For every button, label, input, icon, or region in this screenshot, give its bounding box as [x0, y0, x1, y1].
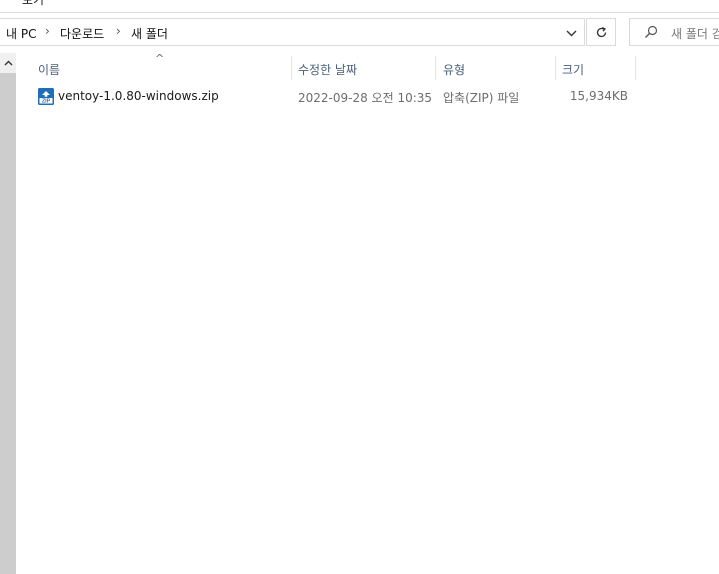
chevron-down-icon: [566, 30, 576, 36]
column-header-modified[interactable]: 수정한 날짜: [298, 58, 434, 80]
search-box[interactable]: 새 폴더 검색: [629, 18, 719, 46]
address-bar[interactable]: 내 PC › 다운로드 › 새 폴더: [0, 18, 585, 46]
column-header-type[interactable]: 유형: [443, 58, 553, 80]
search-input[interactable]: 새 폴더 검색: [671, 25, 719, 42]
breadcrumb-downloads[interactable]: 다운로드: [60, 25, 104, 42]
file-row[interactable]: ZIP ventoy-1.0.80-windows.zip 2022-09-28…: [34, 87, 634, 107]
ribbon-strip: 보기: [0, 0, 719, 13]
chevron-up-icon: [4, 60, 12, 66]
address-dropdown-button[interactable]: [558, 20, 584, 46]
scrollbar[interactable]: [0, 53, 16, 574]
file-name[interactable]: ventoy-1.0.80-windows.zip: [58, 89, 219, 103]
column-divider[interactable]: [435, 56, 436, 80]
scroll-up-button[interactable]: [0, 53, 16, 73]
column-divider[interactable]: [291, 56, 292, 80]
column-header-size[interactable]: 크기: [562, 58, 634, 80]
column-divider[interactable]: [635, 56, 636, 80]
refresh-icon: [596, 26, 606, 37]
file-type: 압축(ZIP) 파일: [443, 91, 520, 105]
breadcrumb-separator[interactable]: ›: [45, 24, 50, 38]
zip-file-icon: ZIP: [38, 88, 54, 105]
breadcrumb-new-folder[interactable]: 새 폴더: [131, 25, 168, 42]
column-header-name[interactable]: 이름: [38, 58, 290, 80]
refresh-button[interactable]: [586, 18, 616, 46]
search-icon: [645, 25, 658, 38]
file-modified: 2022-09-28 오전 10:35: [298, 91, 433, 105]
column-header-modified-label: 수정한 날짜: [298, 62, 358, 77]
breadcrumb-this-pc[interactable]: 내 PC: [6, 25, 36, 42]
column-header-name-label: 이름: [38, 62, 61, 77]
breadcrumb-separator[interactable]: ›: [116, 24, 121, 38]
file-size: 15,934KB: [569, 89, 628, 103]
ribbon-tab-view[interactable]: 보기: [22, 0, 44, 8]
svg-text:ZIP: ZIP: [42, 99, 51, 105]
column-header-type-label: 유형: [443, 62, 466, 77]
column-header-size-label: 크기: [562, 62, 585, 77]
column-divider[interactable]: [555, 56, 556, 80]
